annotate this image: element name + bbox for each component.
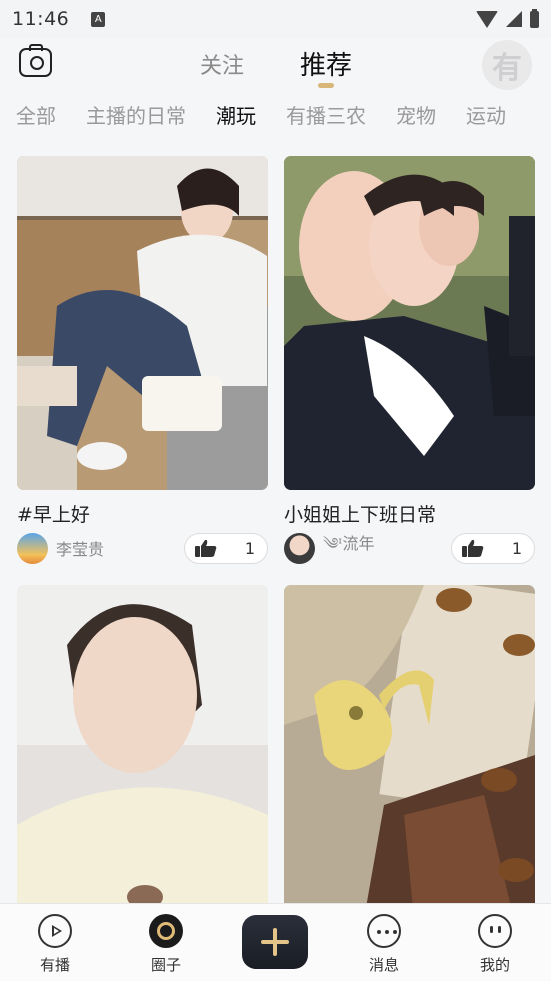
feed-card[interactable]: #早上好 李莹贵 1 — [17, 156, 268, 564]
thumb-up-icon — [462, 539, 484, 557]
tab-recommend[interactable]: 推荐 — [300, 45, 352, 82]
post-meta: ༄ᶦ流年 1 — [284, 532, 535, 564]
nav-profile[interactable]: 我的 — [465, 914, 525, 975]
tab-follow[interactable]: 关注 — [200, 48, 244, 80]
post-title: #早上好 — [17, 504, 90, 526]
post-meta: 李莹贵 1 — [17, 532, 268, 564]
category-rural[interactable]: 有播三农 — [286, 100, 366, 129]
post-image — [284, 585, 535, 919]
bottom-nav: 有播 圈子 消息 我的 — [0, 903, 551, 981]
post-thumbnail[interactable] — [17, 585, 268, 919]
post-image — [284, 156, 535, 490]
post-image — [17, 156, 268, 490]
author-name[interactable]: ༄ᶦ流年 — [323, 526, 451, 571]
status-icons — [476, 8, 539, 28]
like-count: 1 — [511, 538, 522, 558]
camera-icon[interactable] — [19, 44, 52, 77]
author-name[interactable]: 李莹贵 — [56, 536, 184, 560]
post-thumbnail[interactable] — [17, 156, 268, 490]
add-button[interactable] — [242, 915, 308, 969]
like-button[interactable]: 1 — [451, 532, 535, 564]
category-pets[interactable]: 宠物 — [396, 100, 436, 129]
nav-youbo[interactable]: 有播 — [25, 914, 85, 975]
post-image — [17, 585, 268, 919]
top-header: 关注 推荐 有 — [0, 38, 551, 90]
category-all[interactable]: 全部 — [16, 100, 56, 129]
category-streamer-daily[interactable]: 主播的日常 — [86, 100, 186, 129]
feed-card[interactable]: 小姐姐上下班日常 ༄ᶦ流年 1 — [284, 156, 535, 564]
nav-circle[interactable]: 圈子 — [136, 914, 196, 975]
category-bar: 全部 主播的日常 潮玩 有播三农 宠物 运动 — [0, 96, 551, 132]
status-time: 11:46 — [12, 8, 70, 30]
nav-label: 圈子 — [150, 956, 181, 974]
active-tab-indicator — [318, 83, 334, 88]
message-icon — [367, 914, 401, 948]
category-trendy[interactable]: 潮玩 — [216, 100, 256, 129]
feed-card[interactable] — [284, 585, 535, 919]
wifi-icon — [476, 10, 498, 28]
notification-icon: A — [91, 11, 106, 27]
post-thumbnail[interactable] — [284, 585, 535, 919]
signal-icon — [506, 11, 522, 27]
post-thumbnail[interactable] — [284, 156, 535, 490]
nav-label: 我的 — [479, 956, 510, 974]
avatar[interactable] — [17, 532, 48, 564]
post-title: 小姐姐上下班日常 — [284, 504, 437, 526]
nav-label: 消息 — [368, 956, 399, 974]
feed-card[interactable] — [17, 585, 268, 919]
play-icon — [38, 914, 72, 948]
avatar[interactable] — [284, 532, 315, 564]
status-bar: 11:46 A — [0, 0, 551, 38]
like-count: 1 — [244, 538, 255, 558]
circle-icon — [149, 914, 183, 948]
category-sports[interactable]: 运动 — [466, 100, 506, 129]
thumb-up-icon — [195, 539, 217, 557]
like-button[interactable]: 1 — [184, 532, 268, 564]
user-avatar-button[interactable]: 有 — [482, 40, 532, 90]
nav-messages[interactable]: 消息 — [354, 914, 414, 975]
nav-label: 有播 — [39, 956, 70, 974]
battery-icon — [530, 8, 539, 28]
profile-icon — [478, 914, 512, 948]
